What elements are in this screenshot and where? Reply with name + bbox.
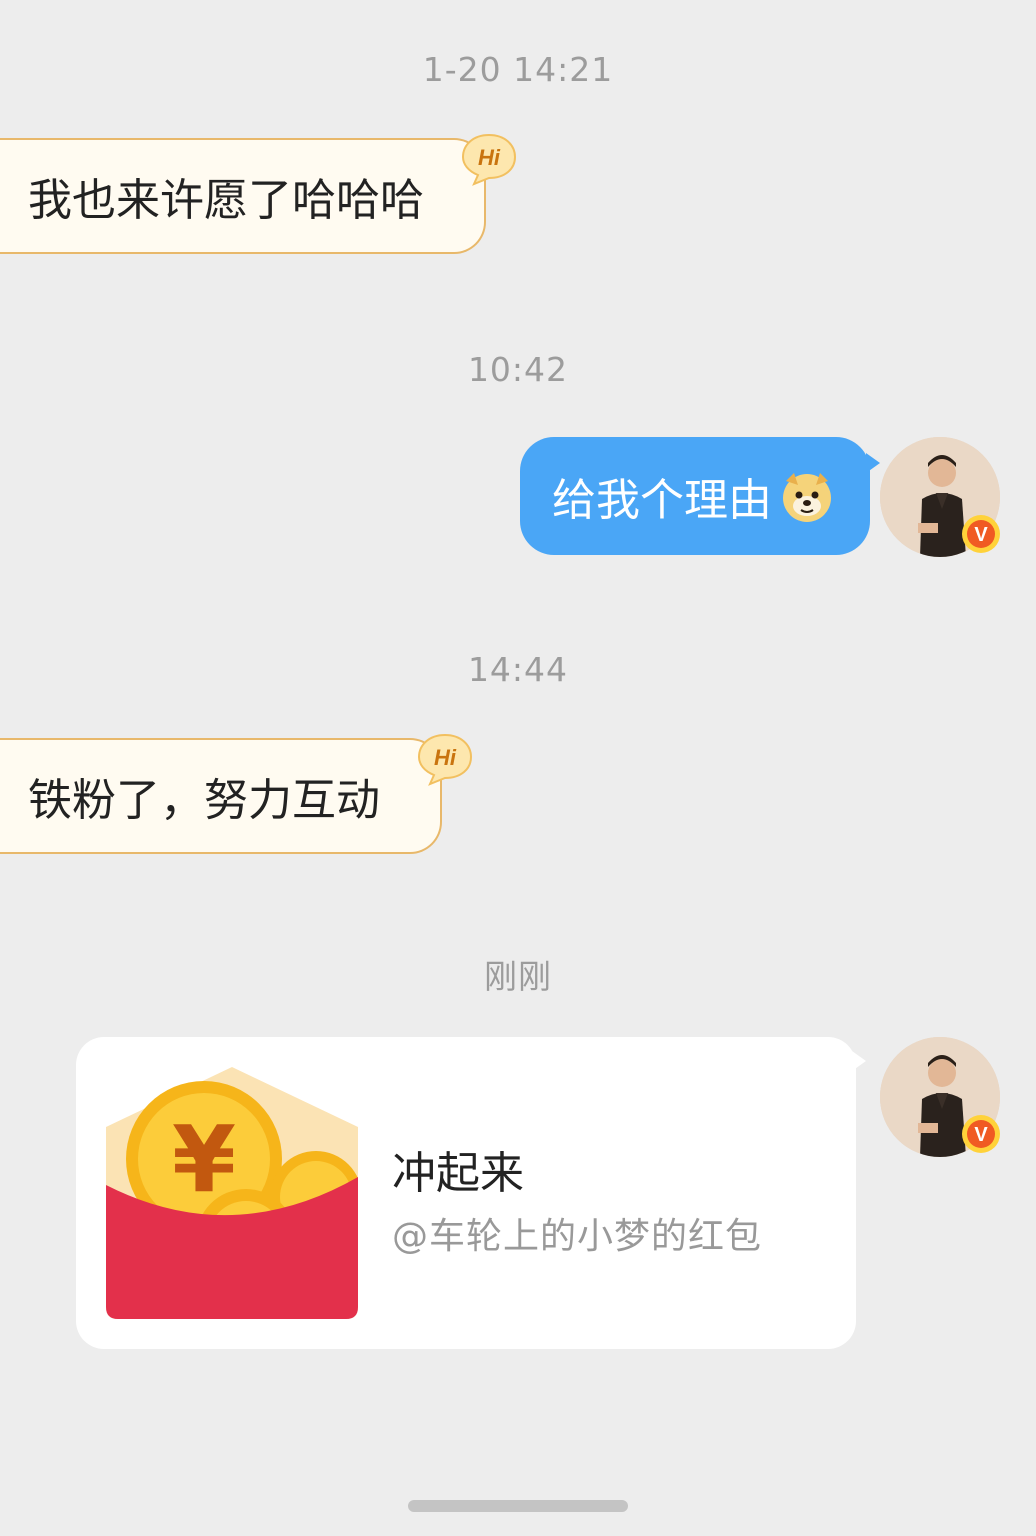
timestamp: 刚刚 xyxy=(484,957,552,996)
timestamp: 10:42 xyxy=(467,350,569,389)
home-indicator xyxy=(408,1500,628,1512)
timestamp: 14:44 xyxy=(467,650,569,689)
outgoing-message-bubble[interactable]: 给我个理由 xyxy=(520,437,880,555)
incoming-message-bubble[interactable]: 铁粉了，努力互动 xyxy=(0,738,442,854)
red-envelope-icon: ¥ xyxy=(106,1067,358,1319)
incoming-message-bubble[interactable]: 我也来许愿了哈哈哈 xyxy=(0,138,486,254)
message-text: 铁粉了，努力互动 xyxy=(28,775,380,826)
svg-text:V: V xyxy=(974,1124,988,1146)
verified-v-icon: V xyxy=(962,515,1000,553)
red-packet-title: 冲起来 xyxy=(392,1148,524,1199)
chat-thread: 1-20 14:21 我也来许愿了哈哈哈 Hi 10:42 给我个理由 V 14… xyxy=(0,0,1036,1536)
avatar[interactable]: V xyxy=(880,437,1000,557)
svg-text:Hi: Hi xyxy=(434,745,457,770)
message-text: 给我个理由 xyxy=(552,475,772,526)
verified-v-icon: V xyxy=(962,1115,1000,1153)
svg-text:Hi: Hi xyxy=(478,145,501,170)
avatar[interactable]: V xyxy=(880,1037,1000,1157)
message-text: 我也来许愿了哈哈哈 xyxy=(28,175,424,226)
hi-bubble-icon: Hi xyxy=(417,733,473,786)
timestamp: 1-20 14:21 xyxy=(422,50,614,89)
red-packet-card[interactable]: ¥ 冲起来 @车轮上的小梦的红包 xyxy=(76,1037,866,1349)
red-packet-subtitle: @车轮上的小梦的红包 xyxy=(392,1216,763,1257)
hi-bubble-icon: Hi xyxy=(461,133,517,186)
svg-text:V: V xyxy=(974,524,988,546)
doge-icon xyxy=(783,473,831,522)
